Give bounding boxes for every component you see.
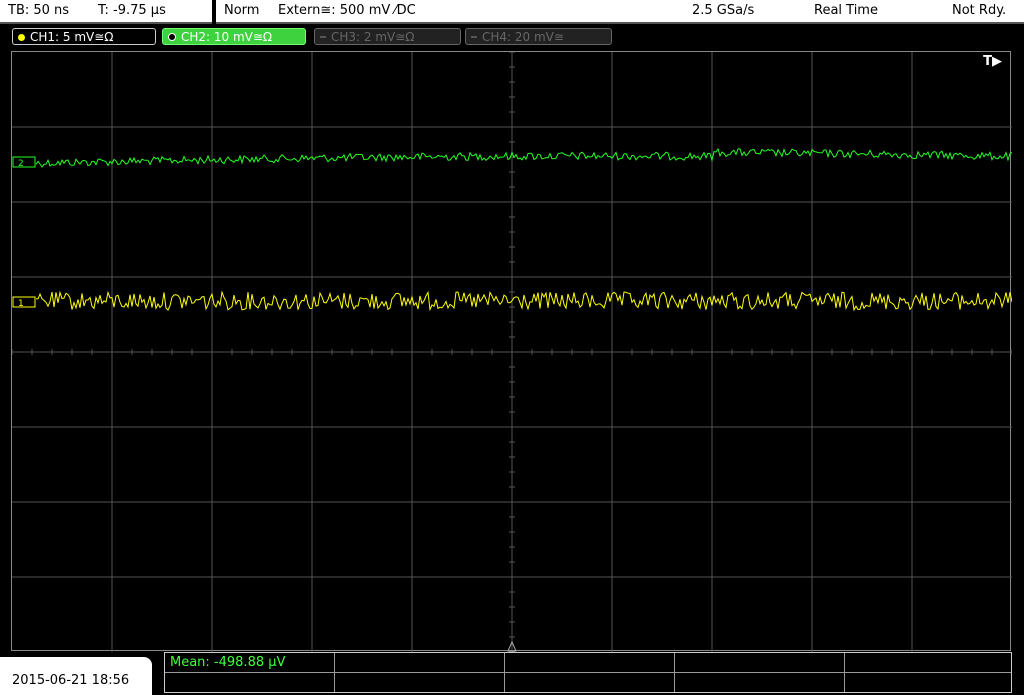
acquisition-status: Not Rdy. (952, 3, 1007, 18)
channel-1-level-marker (12, 296, 36, 308)
measurement-table[interactable]: Mean: -498.88 µV (164, 652, 1012, 693)
waveform-canvas: 21 (12, 52, 1012, 652)
channel-1-button[interactable]: CH1: 5 mV≅Ω (12, 28, 156, 45)
channel-4-button[interactable]: CH4: 20 mV≅ (465, 28, 612, 45)
trigger-panel[interactable]: Norm Extern≅: 500 mV ⁄DC 2.5 GSa/s Real … (216, 0, 1024, 24)
waveform-display[interactable]: 21 T▶ (11, 51, 1012, 652)
channel-2-level-marker-label: 2 (18, 159, 24, 169)
channel-3-button[interactable]: CH3: 2 mV≅Ω (314, 28, 461, 45)
sample-rate: 2.5 GSa/s (692, 3, 755, 18)
timebase-panel[interactable]: TB: 50 ns T: -9.75 µs (0, 0, 212, 24)
trigger-time-value: T: -9.75 µs (98, 3, 166, 18)
trigger-position-marker[interactable]: T▶ (983, 54, 1002, 69)
channel-3-label: CH3: 2 mV≅Ω (331, 30, 415, 44)
measurement-row-divider (165, 672, 1011, 673)
channel-2-button[interactable]: CH2: 10 mV≅Ω (162, 28, 306, 45)
trigger-source: Extern≅: 500 mV ⁄DC (278, 3, 416, 18)
acquisition-mode: Real Time (814, 3, 878, 18)
channel-2-label: CH2: 10 mV≅Ω (181, 30, 273, 44)
datetime-value: 2015-06-21 18:56 (12, 673, 130, 688)
channel-2-level-marker (12, 156, 36, 168)
channel-4-dash-icon (471, 36, 477, 38)
trigger-mode: Norm (224, 3, 260, 18)
channel-2-dot-icon (168, 33, 176, 41)
mean-measurement: Mean: -498.88 µV (170, 655, 286, 670)
channel-1-label: CH1: 5 mV≅Ω (30, 30, 114, 44)
timebase-value: TB: 50 ns (8, 3, 70, 18)
channel-3-dash-icon (320, 36, 326, 38)
top-status-bar: TB: 50 ns T: -9.75 µs Norm Extern≅: 500 … (0, 0, 1024, 25)
channel-1-trace (35, 290, 1012, 312)
channel-1-dot-icon (18, 34, 25, 41)
channel-4-label: CH4: 20 mV≅ (482, 30, 564, 44)
channel-2-trace (35, 147, 1012, 168)
datetime-panel: 2015-06-21 18:56 (0, 657, 152, 695)
channel-1-level-marker-label: 1 (18, 299, 24, 309)
